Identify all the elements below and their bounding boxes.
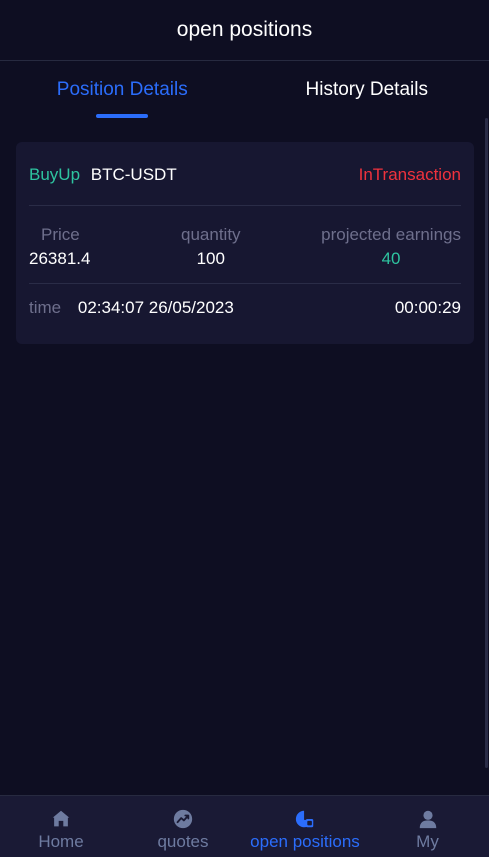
scrollbar[interactable] xyxy=(485,118,488,768)
position-instrument: BuyUp BTC-USDT xyxy=(29,165,177,185)
bottom-navigation: Home quotes open positions My xyxy=(0,795,489,857)
position-stats-row: Price 26381.4 quantity 100 projected ear… xyxy=(29,206,461,284)
app-root: open positions Position Details History … xyxy=(0,0,489,857)
earnings-column: projected earnings 40 xyxy=(321,225,461,269)
home-icon xyxy=(52,810,70,827)
tab-position-details[interactable]: Position Details xyxy=(0,61,245,131)
page-title: open positions xyxy=(176,18,313,41)
status-badge: InTransaction xyxy=(358,164,461,184)
nav-label: Home xyxy=(38,832,84,851)
quantity-value: 100 xyxy=(196,249,225,268)
user-icon xyxy=(419,810,436,829)
position-header-row: BuyUp BTC-USDT InTransaction xyxy=(29,142,461,206)
nav-label: open positions xyxy=(250,832,360,851)
open-time: time 02:34:07 26/05/2023 xyxy=(29,298,234,318)
nav-open-positions[interactable]: open positions xyxy=(244,796,366,857)
time-label: time xyxy=(29,298,62,317)
position-time-row: time 02:34:07 26/05/2023 00:00:29 xyxy=(29,284,461,332)
quantity-label: quantity xyxy=(181,225,241,244)
page-header: open positions xyxy=(0,0,489,61)
direction-label: BuyUp xyxy=(29,164,81,184)
active-tab-indicator xyxy=(96,114,149,118)
trading-pair: BTC-USDT xyxy=(90,164,177,184)
price-column: Price 26381.4 xyxy=(29,225,90,269)
earnings-value: 40 xyxy=(381,249,401,268)
position-card[interactable]: BuyUp BTC-USDT InTransaction Price 26381… xyxy=(16,142,474,344)
tab-bar: Position Details History Details xyxy=(0,61,489,131)
price-value: 26381.4 xyxy=(29,249,91,268)
tab-history-details[interactable]: History Details xyxy=(245,61,489,131)
nav-my[interactable]: My xyxy=(366,796,489,857)
tab-label: History Details xyxy=(305,79,428,100)
chart-trend-icon xyxy=(173,809,193,829)
quantity-column: quantity 100 xyxy=(181,225,241,269)
nav-label: quotes xyxy=(157,832,209,851)
nav-quotes[interactable]: quotes xyxy=(122,796,244,857)
time-value: 02:34:07 26/05/2023 xyxy=(77,298,234,317)
nav-home[interactable]: Home xyxy=(0,796,122,857)
nav-label: My xyxy=(416,832,439,851)
earnings-label: projected earnings xyxy=(321,225,461,244)
tab-label: Position Details xyxy=(56,79,188,100)
elapsed-timer: 00:00:29 xyxy=(394,298,461,317)
pie-chart-icon xyxy=(295,810,314,828)
price-label: Price xyxy=(41,225,80,244)
